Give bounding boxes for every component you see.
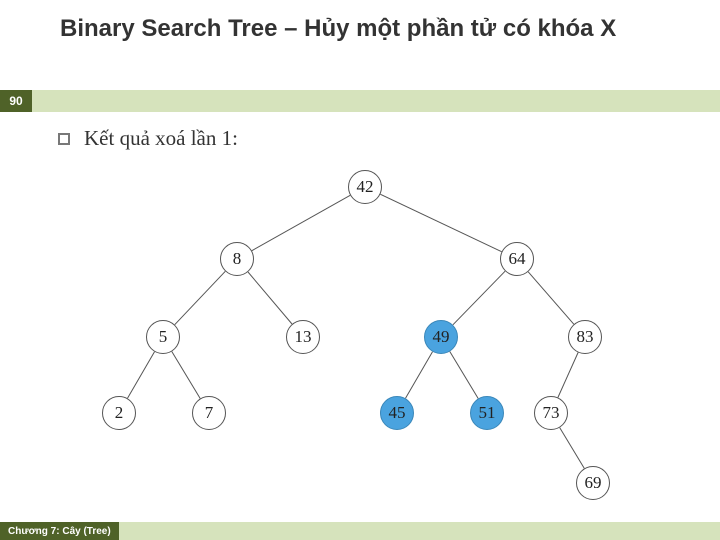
tree-node: 5	[146, 320, 180, 354]
bullet-text: Kết quả xoá lần 1:	[84, 126, 238, 151]
tree-node: 45	[380, 396, 414, 430]
tree-node: 51	[470, 396, 504, 430]
tree-edge	[380, 194, 501, 251]
tree-edge	[528, 272, 574, 324]
tree-node: 69	[576, 466, 610, 500]
tree-node: 2	[102, 396, 136, 430]
page-number-badge: 90	[0, 90, 32, 112]
bullet-square-icon	[58, 133, 70, 145]
tree-node: 73	[534, 396, 568, 430]
slide: Binary Search Tree – Hủy một phần tử có …	[0, 0, 720, 540]
tree-edge	[128, 352, 155, 399]
tree-edge	[450, 352, 478, 399]
tree-diagram: 4286451349832745517369	[100, 160, 660, 490]
tree-node: 42	[348, 170, 382, 204]
tree-node: 8	[220, 242, 254, 276]
tree-edge	[248, 272, 292, 324]
tree-node: 64	[500, 242, 534, 276]
tree-edge	[560, 428, 585, 469]
slide-title: Binary Search Tree – Hủy một phần tử có …	[60, 14, 690, 44]
tree-edge	[252, 195, 350, 250]
tree-edge	[453, 271, 505, 325]
tree-node: 13	[286, 320, 320, 354]
page-number-strip	[0, 90, 720, 112]
tree-node: 49	[424, 320, 458, 354]
tree-edge	[172, 352, 200, 399]
tree-node: 7	[192, 396, 226, 430]
bullet-item: Kết quả xoá lần 1:	[58, 126, 238, 151]
tree-edge	[175, 271, 226, 324]
tree-node: 83	[568, 320, 602, 354]
tree-edge	[406, 352, 433, 399]
tree-edge	[558, 353, 578, 398]
footer-chapter: Chương 7: Cây (Tree)	[0, 522, 119, 540]
